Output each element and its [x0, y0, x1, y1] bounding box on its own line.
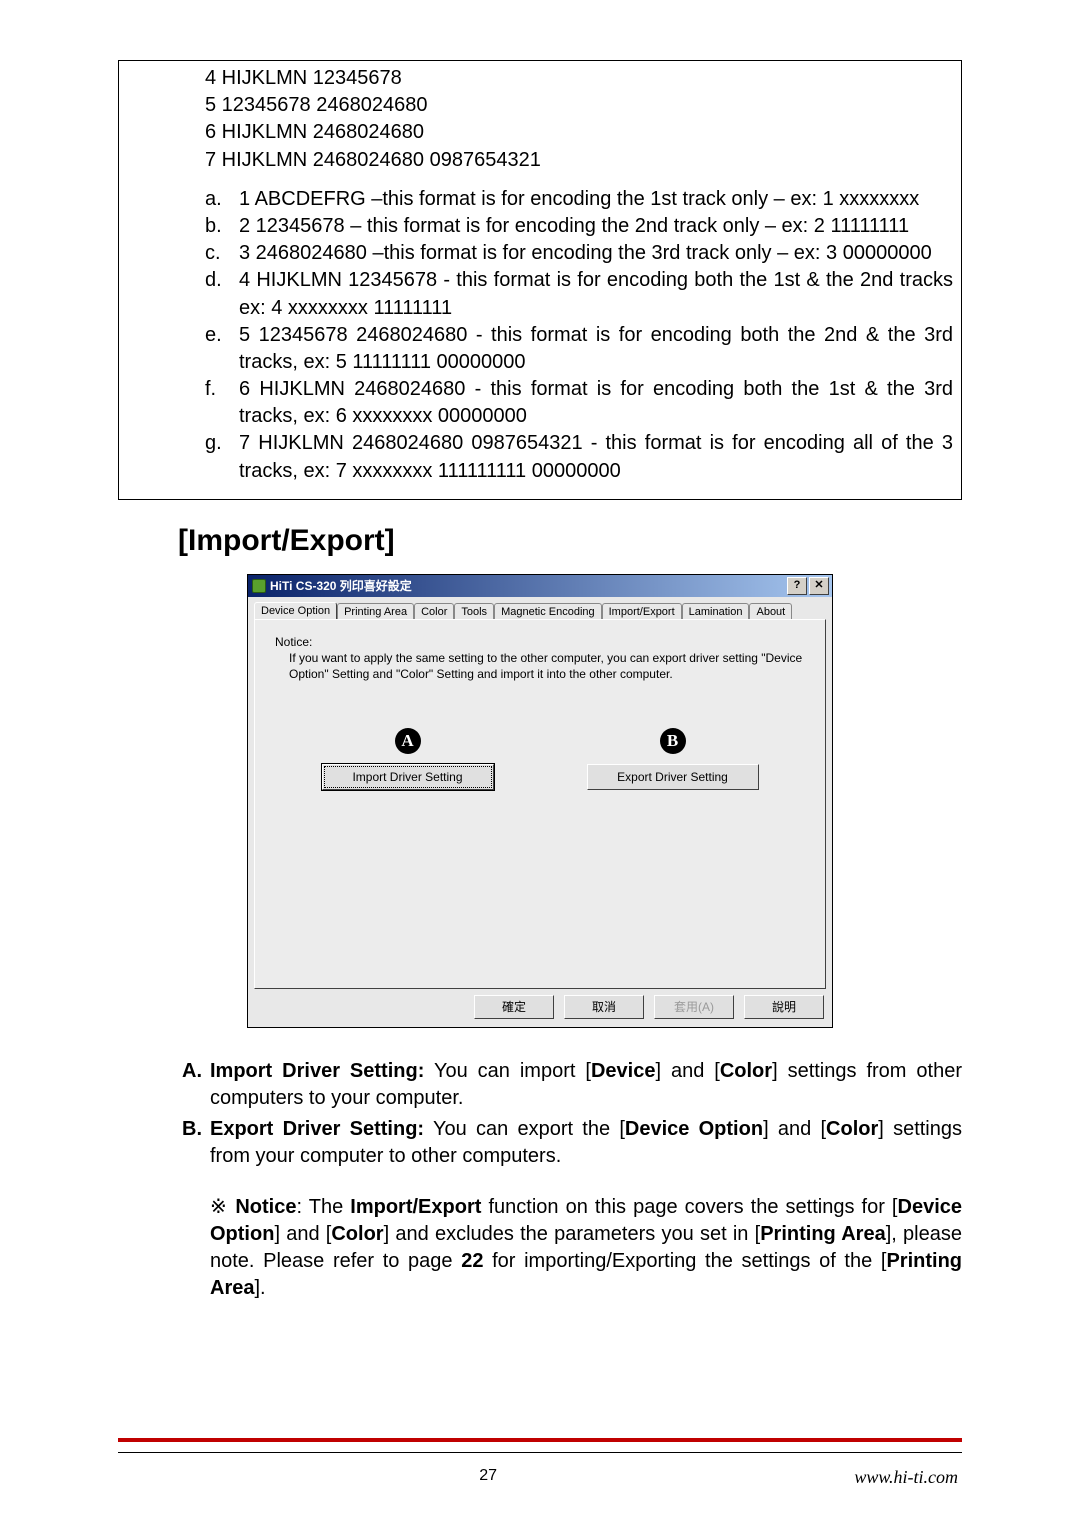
footer-rule: [118, 1438, 962, 1453]
encoding-line-6: 6 HIJKLMN 2468024680: [205, 119, 953, 146]
list-item: f.6 HIJKLMN 2468024680 - this format is …: [205, 376, 953, 430]
help-button[interactable]: 說明: [744, 995, 824, 1019]
export-bold: Export Driver Setting:: [210, 1118, 424, 1140]
apply-button[interactable]: 套用(A): [654, 995, 734, 1019]
export-driver-setting-button[interactable]: Export Driver Setting: [587, 764, 759, 790]
list-item: c.3 2468024680 –this format is for encod…: [205, 240, 953, 267]
list-item: b.2 12345678 – this format is for encodi…: [205, 213, 953, 240]
list-item: e.5 12345678 2468024680 - this format is…: [205, 322, 953, 376]
import-driver-setting-button[interactable]: Import Driver Setting: [322, 764, 494, 790]
tab-color[interactable]: Color: [414, 603, 454, 620]
encoding-formats-box: 4 HIJKLMN 12345678 5 12345678 2468024680…: [118, 60, 962, 500]
document-page: 4 HIJKLMN 12345678 5 12345678 2468024680…: [0, 0, 1080, 1528]
app-icon: [252, 579, 266, 593]
tab-strip: Device Option Printing Area Color Tools …: [248, 597, 832, 619]
list-item: g.7 HIJKLMN 2468024680 0987654321 - this…: [205, 430, 953, 484]
tab-import-export[interactable]: Import/Export: [602, 603, 682, 620]
list-item: d.4 HIJKLMN 12345678 - this format is fo…: [205, 267, 953, 321]
encoding-line-5: 5 12345678 2468024680: [205, 92, 953, 119]
section-heading-import-export: [Import/Export]: [178, 524, 962, 558]
encoding-line-4: 4 HIJKLMN 12345678: [205, 65, 953, 92]
description-b: B. Export Driver Setting: You can export…: [182, 1116, 962, 1170]
dialog-screenshot: HiTi CS-320 列印喜好設定 ? ✕ Device Option Pri…: [118, 574, 962, 1028]
tab-printing-area[interactable]: Printing Area: [337, 603, 414, 620]
tab-about[interactable]: About: [749, 603, 792, 620]
tab-tools[interactable]: Tools: [454, 603, 494, 620]
dialog-titlebar: HiTi CS-320 列印喜好設定 ? ✕: [248, 575, 832, 597]
close-window-button[interactable]: ✕: [809, 577, 829, 595]
ok-button[interactable]: 確定: [474, 995, 554, 1019]
encoding-line-7: 7 HIJKLMN 2468024680 0987654321: [205, 147, 953, 174]
tab-magnetic-encoding[interactable]: Magnetic Encoding: [494, 603, 602, 620]
notice-label: Notice:: [275, 635, 312, 649]
callout-marker-a: A: [395, 728, 421, 754]
cancel-button[interactable]: 取消: [564, 995, 644, 1019]
tab-device-option[interactable]: Device Option: [254, 602, 337, 619]
notice-block: Notice: If you want to apply the same se…: [275, 634, 805, 683]
encoding-letter-list: a.1 ABCDEFRG –this format is for encodin…: [205, 186, 953, 485]
footer-url: www.hi-ti.com: [854, 1467, 958, 1488]
description-a: A. Import Driver Setting: You can import…: [182, 1058, 962, 1112]
dialog-title: HiTi CS-320 列印喜好設定: [270, 577, 412, 594]
notice-paragraph: ※ Notice: The Import/Export function on …: [182, 1194, 962, 1302]
list-item: a.1 ABCDEFRG –this format is for encodin…: [205, 186, 953, 213]
page-footer: 27 www.hi-ti.com: [118, 1467, 962, 1488]
tab-pane-import-export: Notice: If you want to apply the same se…: [254, 619, 826, 989]
callout-marker-b: B: [660, 728, 686, 754]
preferences-dialog: HiTi CS-320 列印喜好設定 ? ✕ Device Option Pri…: [247, 574, 833, 1028]
tab-lamination[interactable]: Lamination: [682, 603, 750, 620]
import-bold: Import Driver Setting:: [210, 1060, 424, 1082]
notice-body: If you want to apply the same setting to…: [275, 650, 805, 682]
dialog-button-row: 確定 取消 套用(A) 說明: [248, 995, 832, 1027]
help-window-button[interactable]: ?: [787, 577, 807, 595]
import-export-description: A. Import Driver Setting: You can import…: [182, 1058, 962, 1302]
page-number: 27: [479, 1467, 497, 1488]
